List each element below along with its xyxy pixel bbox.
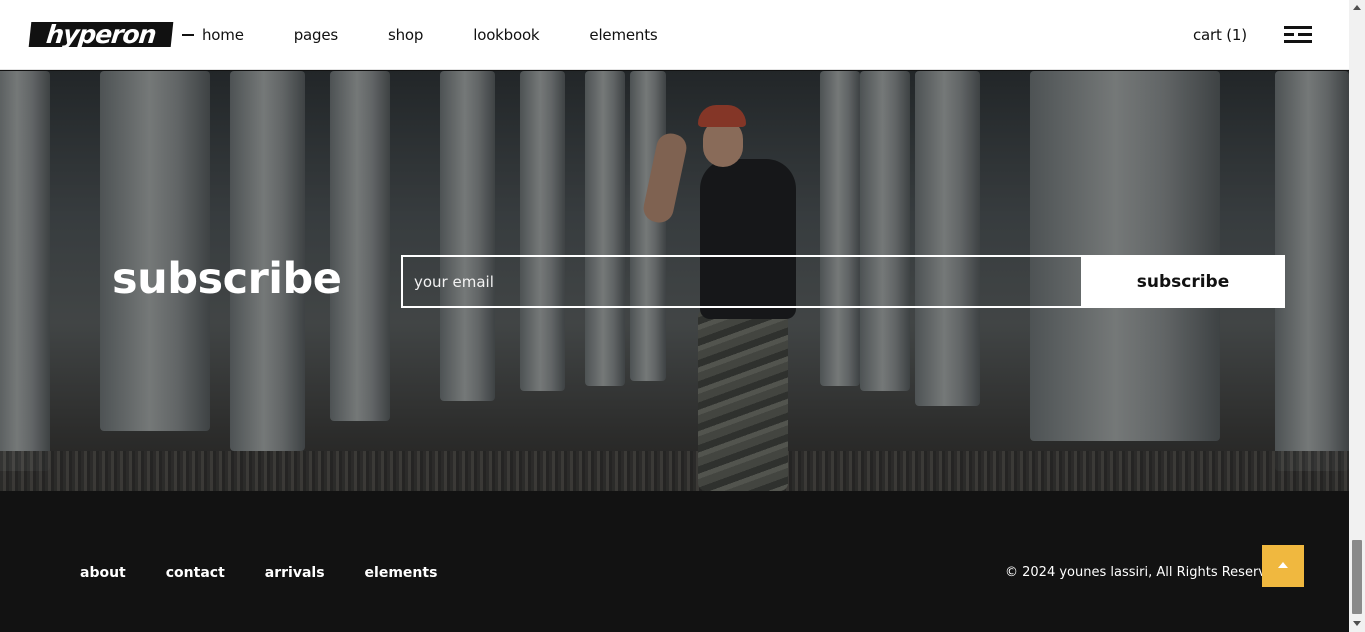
- hamburger-menu-icon[interactable]: [1284, 26, 1312, 44]
- scroll-up-arrow-icon[interactable]: [1353, 5, 1361, 10]
- main-nav: home pages shop lookbook elements: [202, 25, 658, 45]
- subscribe-section: subscribe subscribe: [0, 71, 1349, 491]
- subscribe-title: subscribe: [112, 254, 342, 304]
- scroll-down-arrow-icon[interactable]: [1353, 621, 1361, 626]
- back-to-top-button[interactable]: [1262, 545, 1304, 587]
- nav-lookbook[interactable]: lookbook: [473, 25, 539, 45]
- nav-shop[interactable]: shop: [388, 25, 423, 45]
- subscribe-button[interactable]: subscribe: [1081, 255, 1285, 308]
- footer-link-about[interactable]: about: [80, 564, 126, 582]
- footer-link-arrivals[interactable]: arrivals: [265, 564, 325, 582]
- page-scrollbar[interactable]: [1349, 0, 1365, 632]
- footer-link-elements[interactable]: elements: [365, 564, 438, 582]
- active-nav-dash: [182, 34, 194, 36]
- email-input[interactable]: [401, 255, 1083, 308]
- copyright-text: © 2024 younes lassiri, All Rights Reserv…: [1005, 565, 1267, 580]
- cart-link[interactable]: cart (1): [1193, 25, 1247, 45]
- site-header: hyperon home pages shop lookbook element…: [0, 0, 1349, 70]
- footer-nav: about contact arrivals elements: [80, 564, 437, 582]
- logo[interactable]: hyperon: [28, 20, 174, 49]
- footer-link-contact[interactable]: contact: [166, 564, 225, 582]
- arrow-up-icon: [1278, 562, 1288, 568]
- nav-elements[interactable]: elements: [589, 25, 657, 45]
- nav-home[interactable]: home: [202, 25, 244, 45]
- site-footer: about contact arrivals elements © 2024 y…: [0, 491, 1349, 632]
- scroll-thumb[interactable]: [1352, 540, 1362, 614]
- nav-pages[interactable]: pages: [294, 25, 338, 45]
